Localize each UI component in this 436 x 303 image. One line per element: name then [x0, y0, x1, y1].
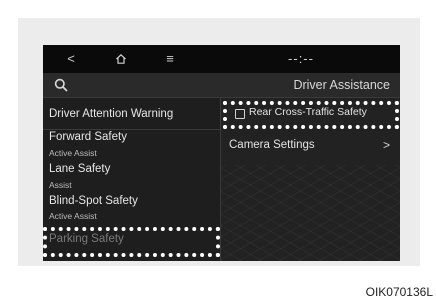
- camera-settings-item[interactable]: Camera Settings: [229, 139, 315, 151]
- back-button[interactable]: <: [63, 45, 79, 73]
- menu-item-forward-safety-status: Active Assist: [49, 148, 97, 158]
- highlight-rear-cross-traffic: [223, 101, 399, 129]
- highlight-parking-safety: [43, 227, 220, 257]
- menu-button[interactable]: ≡: [161, 45, 179, 73]
- infotainment-screen: < ≡ --:-- Driver Assistance Driver Atten…: [43, 45, 400, 261]
- divider: [43, 129, 220, 130]
- top-bar: < ≡ --:--: [43, 45, 400, 73]
- menu-item-driver-attention-warning[interactable]: Driver Attention Warning: [49, 108, 173, 120]
- menu-item-lane-safety-status: Assist: [49, 180, 72, 190]
- chevron-right-icon: >: [382, 138, 390, 152]
- home-icon: [116, 53, 126, 64]
- page-title: Driver Assistance: [293, 78, 390, 92]
- menu-item-blind-spot-safety[interactable]: Blind-Spot Safety: [49, 195, 138, 207]
- menu-item-forward-safety[interactable]: Forward Safety: [49, 131, 127, 143]
- menu-item-lane-safety[interactable]: Lane Safety: [49, 163, 110, 175]
- menu-item-blind-spot-safety-status: Active Assist: [49, 211, 97, 221]
- background-pattern: [221, 165, 400, 261]
- home-button[interactable]: [112, 45, 130, 73]
- header-bar: Driver Assistance: [43, 73, 400, 98]
- clock-time: --:--: [288, 51, 314, 66]
- figure-caption: OIK070136L: [365, 285, 433, 299]
